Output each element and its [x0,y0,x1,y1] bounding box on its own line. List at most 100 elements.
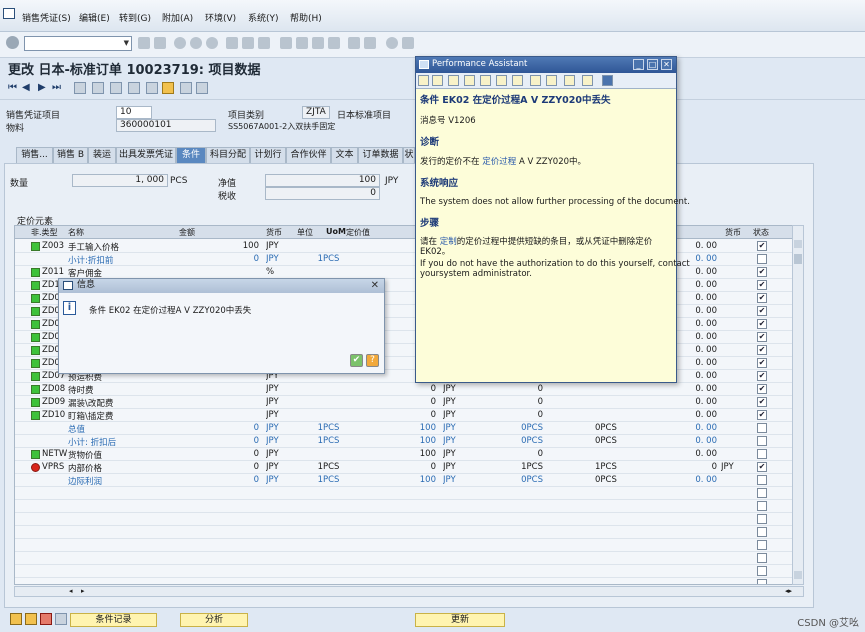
update-button[interactable]: 更新 [415,613,505,627]
cell-extra-pcs[interactable]: 0PCS [595,475,625,485]
table-row[interactable]: 边际利润 0 JPY 1 PCS 100 JPY 0PCS 0. 00 0PCS [15,474,803,487]
cell-val3[interactable]: 0PCS [493,423,543,433]
insert-row-icon[interactable] [25,613,37,625]
status-checkbox[interactable]: ✔ [757,332,767,342]
status-checkbox[interactable]: ✔ [757,280,767,290]
menu-system[interactable]: 系统(Y) [248,11,279,24]
col-header-currency-2[interactable]: 货币 [725,227,741,238]
cell-unit[interactable]: 1 [297,462,323,472]
next-item-icon[interactable]: ▶ [38,82,50,94]
checkmark-icon[interactable]: ✔ [350,354,363,367]
cell-cur[interactable]: JPY [266,475,296,485]
cell-amount[interactable]: 0 [179,436,259,446]
previous-item-icon[interactable]: ◀ [22,82,34,94]
scroll-up-icon[interactable] [794,240,802,248]
status-checkbox[interactable]: ✔ [757,371,767,381]
close-icon[interactable]: ✕ [371,279,379,292]
table-row-empty[interactable] [15,565,803,578]
menu-sales-document[interactable]: 销售凭证(S) [22,11,71,24]
table-row[interactable]: ZD10 盯箱\插定费 JPY 0 JPY 0 0. 00 ✔ [15,409,803,422]
scroll-thumb[interactable] [794,254,802,264]
table-row[interactable]: ZD08 待时费 JPY 0 JPY 0 0. 00 ✔ [15,383,803,396]
cell-val3[interactable]: 0PCS [493,436,543,446]
menu-environment[interactable]: 环境(V) [205,11,236,24]
menu-goto[interactable]: 转到(G) [119,11,151,24]
cell-cur[interactable]: JPY [266,410,296,420]
cell-name[interactable]: 手工输入价格 [68,241,178,253]
vertical-scrollbar[interactable] [792,225,804,585]
col-header-type[interactable]: 非.类型 [31,227,58,238]
cell-val1[interactable]: 0 [346,410,436,420]
delete-row-icon[interactable] [40,613,52,625]
status-checkbox[interactable]: ✔ [757,306,767,316]
help-icon[interactable] [386,37,398,49]
status-checkbox[interactable]: ✔ [757,267,767,277]
analysis-button[interactable]: 分析 [180,613,248,627]
status-checkbox[interactable] [757,553,767,563]
pa-titlebar[interactable]: Performance Assistant _ □ ✕ [416,57,676,73]
cell-name[interactable]: 货物价值 [68,449,178,461]
col-header-uom[interactable]: UoM [326,227,346,236]
cell-cur[interactable]: JPY [266,449,296,459]
help-icon[interactable]: ? [366,354,379,367]
pricing-procedure-link[interactable]: 定价过程 [482,157,516,167]
table-row[interactable]: 小计: 折扣后 0 JPY 1 PCS 100 JPY 0PCS 0. 00 0PCS [15,435,803,448]
cell-cur[interactable]: JPY [266,397,296,407]
cell-val3[interactable]: 0 [493,384,543,394]
last-item-icon[interactable]: ⏭ [52,82,64,94]
cell-val1[interactable]: 100 [346,449,436,459]
cell-name[interactable]: 小计: 折扣后 [68,436,178,448]
status-checkbox[interactable] [757,254,767,264]
category-field[interactable]: ZJTA [302,106,330,119]
status-checkbox[interactable] [757,475,767,485]
scroll-left-icon[interactable]: ◂ [69,587,73,595]
info-dialog-titlebar[interactable]: 信息 ✕ [59,279,384,293]
enter-icon[interactable] [6,36,19,49]
item-detail-icon[interactable] [146,82,158,94]
close-icon[interactable]: ✕ [661,59,672,70]
status-checkbox[interactable] [757,566,767,576]
copy-icon[interactable] [10,613,22,625]
find-next-icon[interactable] [258,37,270,49]
cell-amount[interactable]: 100 [179,241,259,251]
status-checkbox[interactable] [757,449,767,459]
cell-unit[interactable]: 1 [297,436,323,446]
cell-unit[interactable]: 1 [297,423,323,433]
cell-amount[interactable]: 0 [179,423,259,433]
next-page-icon[interactable] [312,37,324,49]
col-header-status[interactable]: 状态 [753,227,769,238]
table-row-empty[interactable] [15,513,803,526]
cell-cur[interactable]: JPY [266,384,296,394]
horizontal-scrollbar[interactable]: ◂ ▸ ◂▸ [14,586,804,597]
cell-amount[interactable]: 0 [179,462,259,472]
close-icon[interactable] [602,75,613,86]
save-icon[interactable] [154,37,166,49]
edit-icon[interactable] [162,82,174,94]
table-row-empty[interactable] [15,526,803,539]
cell-val4[interactable]: 0. 00 [627,475,717,485]
last-page-icon[interactable] [328,37,340,49]
cell-val2[interactable]: JPY [443,462,473,472]
status-checkbox[interactable] [757,579,767,584]
tab-account-assignment[interactable]: 科目分配 [206,147,250,163]
col-header-unit[interactable]: 单位 [297,227,313,238]
command-field[interactable]: ▼ [24,36,132,51]
document-icon[interactable] [180,82,192,94]
scroll-down-icon[interactable] [794,571,802,579]
cell-val4[interactable]: 0. 00 [627,436,717,446]
header-icon[interactable] [110,82,122,94]
cell-val4[interactable]: 0. 00 [627,423,717,433]
cell-val4[interactable]: 0. 00 [627,449,717,459]
table-row-empty[interactable] [15,539,803,552]
cell-name[interactable]: 盯箱\插定费 [68,410,178,422]
tab-sales-a[interactable]: 销售... [16,147,53,163]
cell-name[interactable]: 待时费 [68,384,178,396]
tax-field[interactable]: 0 [265,187,380,200]
cell-unit[interactable]: 1 [297,254,323,264]
command-input[interactable] [25,37,117,50]
net-value-field[interactable]: 100 [265,174,380,187]
menu-help[interactable]: 帮助(H) [290,11,322,24]
cell-amount[interactable]: 0 [179,475,259,485]
services-icon[interactable] [196,82,208,94]
tab-texts[interactable]: 文本 [331,147,358,163]
